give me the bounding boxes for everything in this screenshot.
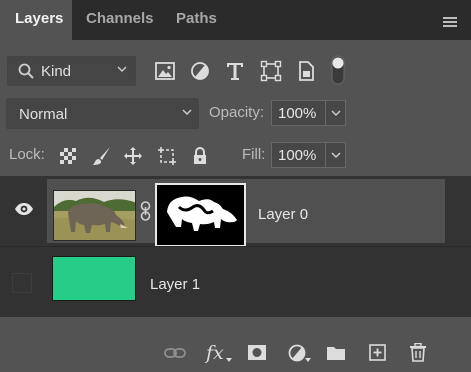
adjustment-layer-icon[interactable] <box>288 344 306 362</box>
visibility-toggle-empty[interactable] <box>12 273 32 293</box>
chevron-down-icon <box>331 152 341 158</box>
filter-toggle-icon[interactable] <box>330 54 346 86</box>
link-layers-icon[interactable] <box>164 347 186 359</box>
fill-dropdown-button[interactable] <box>325 143 345 167</box>
panel-tab-bar: Layers Channels Paths <box>0 0 471 40</box>
adjustment-filter-icon[interactable] <box>189 60 211 82</box>
fill-field[interactable]: 100% <box>271 142 346 168</box>
new-layer-icon[interactable] <box>369 344 386 361</box>
layer-filter-kind-select[interactable]: Kind <box>7 56 136 86</box>
opacity-field[interactable]: 100% <box>271 100 346 126</box>
delete-layer-icon[interactable] <box>409 343 427 362</box>
tab-channels[interactable]: Channels <box>86 0 154 40</box>
layer-0-mask-thumbnail[interactable] <box>155 183 246 247</box>
mask-silhouette <box>157 185 244 245</box>
smart-object-filter-icon[interactable] <box>295 60 317 82</box>
image-filter-icon[interactable] <box>154 60 176 82</box>
layers-panel: Kind Normal Opacity: 100% Lock: Fill: 10… <box>0 40 471 372</box>
chevron-down-icon <box>331 110 341 116</box>
adjustment-dropdown-icon <box>305 358 311 362</box>
search-icon <box>18 63 34 79</box>
visibility-eye-icon[interactable] <box>14 202 34 216</box>
tab-paths[interactable]: Paths <box>176 0 217 40</box>
chevron-down-icon <box>182 109 192 115</box>
link-mask-icon[interactable] <box>140 201 151 221</box>
chevron-down-icon <box>117 66 127 72</box>
fill-value: 100% <box>278 147 317 164</box>
lock-position-icon[interactable] <box>123 146 143 166</box>
shape-filter-icon[interactable] <box>260 60 282 82</box>
fx-dropdown-icon <box>226 358 232 362</box>
opacity-dropdown-button[interactable] <box>325 101 345 125</box>
lock-label: Lock: <box>9 146 45 163</box>
fx-icon[interactable]: fx <box>206 342 224 364</box>
layer-0-thumbnail[interactable] <box>53 190 136 241</box>
tab-layers[interactable]: Layers <box>0 0 72 40</box>
lock-image-pixels-icon[interactable] <box>92 146 112 166</box>
type-filter-icon[interactable] <box>224 60 246 82</box>
panel-menu-icon[interactable] <box>443 17 457 28</box>
layer-1-name[interactable]: Layer 1 <box>150 276 200 293</box>
rhino-photo-thumbnail <box>54 191 135 240</box>
layer-1-thumbnail[interactable] <box>52 256 136 301</box>
blend-mode-select[interactable]: Normal <box>6 98 199 129</box>
blend-mode-value: Normal <box>19 106 68 123</box>
new-group-icon[interactable] <box>326 345 346 361</box>
lock-transparent-pixels-icon[interactable] <box>58 146 78 166</box>
fill-label: Fill: <box>242 146 266 163</box>
add-mask-icon[interactable] <box>247 344 267 361</box>
lock-artboard-icon[interactable] <box>157 146 177 166</box>
layers-bottom-toolbar: fx <box>0 334 471 372</box>
layer-0-name[interactable]: Layer 0 <box>258 206 308 223</box>
lock-all-icon[interactable] <box>190 146 210 166</box>
filter-kind-label: Kind <box>41 63 72 80</box>
opacity-label: Opacity: <box>209 104 265 121</box>
opacity-value: 100% <box>278 105 317 122</box>
